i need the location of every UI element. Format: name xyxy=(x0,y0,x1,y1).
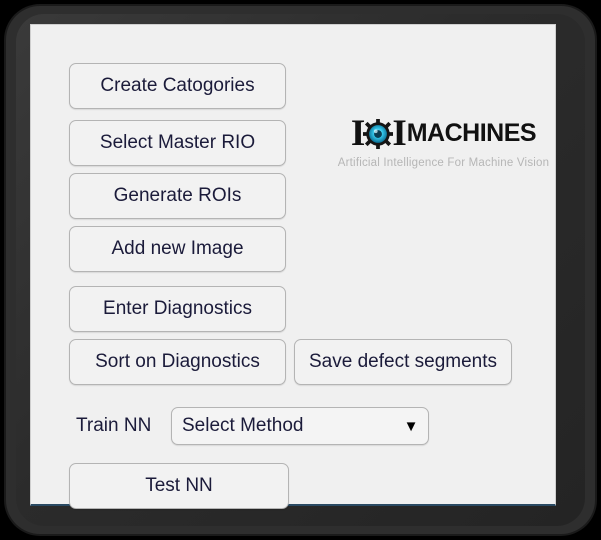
sort-on-diagnostics-button[interactable]: Sort on Diagnostics xyxy=(69,339,286,385)
logo-letter-i-right: I xyxy=(392,112,406,154)
chevron-down-icon: ▼ xyxy=(403,417,419,435)
logo-letter-i-left: I xyxy=(350,112,365,154)
add-new-image-button[interactable]: Add new Image xyxy=(69,226,286,272)
enter-diagnostics-button[interactable]: Enter Diagnostics xyxy=(69,286,286,332)
train-method-selected-value: Select Method xyxy=(182,415,304,436)
create-categories-button[interactable]: Create Catogories xyxy=(69,63,286,109)
train-nn-label: Train NN xyxy=(76,415,152,436)
generate-rois-button[interactable]: Generate ROIs xyxy=(69,173,286,219)
select-master-rio-button[interactable]: Select Master RIO xyxy=(69,120,286,166)
save-defect-segments-button[interactable]: Save defect segments xyxy=(294,339,512,385)
logo-wordmark: I I MACHINES xyxy=(331,113,556,153)
gear-icon xyxy=(363,119,394,149)
company-logo: I I MACHINES Artificial Intelligence For… xyxy=(331,113,556,170)
test-nn-button[interactable]: Test NN xyxy=(69,463,289,509)
logo-tagline: Artificial Intelligence For Machine Visi… xyxy=(337,157,550,169)
train-method-dropdown[interactable]: Select Method ▼ xyxy=(171,407,429,445)
application-panel: I I MACHINES Artificial Intelligence For… xyxy=(30,24,556,509)
logo-machines-text: MACHINES xyxy=(406,118,537,147)
device-bezel: I I MACHINES Artificial Intelligence For… xyxy=(6,6,595,534)
